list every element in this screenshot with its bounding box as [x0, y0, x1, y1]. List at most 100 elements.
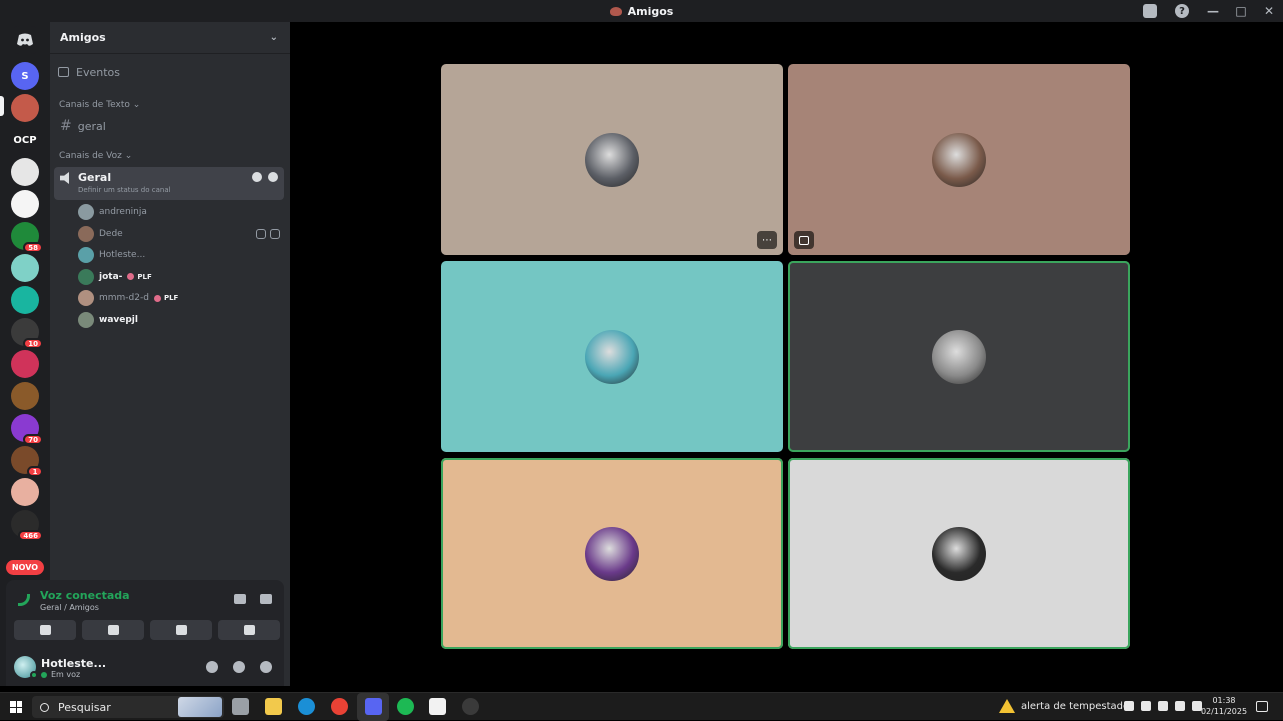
minimize-button[interactable]: —	[1199, 0, 1227, 22]
participant-tile[interactable]	[788, 64, 1130, 255]
avatar	[78, 268, 94, 285]
inbox-icon[interactable]	[1143, 4, 1157, 18]
voice-user-row[interactable]: andreninja	[78, 203, 284, 221]
microphone-icon[interactable]	[206, 661, 218, 673]
user-name[interactable]: Hotleste...	[41, 657, 106, 670]
volume-icon[interactable]	[1175, 701, 1185, 711]
server-icon-10[interactable]	[11, 382, 39, 410]
maximize-button[interactable]: □	[1227, 0, 1255, 22]
server-icon-1[interactable]	[11, 94, 39, 122]
gear-icon[interactable]	[260, 661, 272, 673]
participant-tile[interactable]	[441, 458, 783, 649]
server-header[interactable]: Amigos ⌄	[50, 22, 290, 54]
notepad-icon[interactable]	[429, 698, 446, 715]
server-icon-14[interactable]: 466	[11, 510, 43, 541]
server-icon-8[interactable]: 10	[11, 318, 43, 349]
stream-icon[interactable]	[794, 231, 814, 249]
discord-home-icon[interactable]	[11, 26, 39, 54]
search-icon	[40, 702, 49, 712]
soundboard-button[interactable]	[218, 620, 280, 640]
windows-start-icon[interactable]	[10, 701, 22, 713]
screen-share-icon	[107, 625, 119, 635]
warning-icon	[999, 699, 1015, 713]
events-item[interactable]: Eventos	[58, 60, 290, 84]
weather-text: alerta de tempestade	[1021, 700, 1130, 712]
mention-badge: 10	[23, 338, 43, 349]
voice-connected-location[interactable]: Geral / Amigos	[40, 603, 99, 612]
microphone-tray-icon[interactable]	[1141, 701, 1151, 711]
server-icon-5[interactable]: 58	[11, 222, 43, 253]
clock[interactable]: 01:38 02/11/2025	[1200, 695, 1248, 717]
edge-icon[interactable]	[298, 698, 315, 715]
voice-user-row[interactable]: wavepjl	[78, 311, 284, 329]
close-button[interactable]: ✕	[1255, 0, 1283, 22]
voice-channel-geral[interactable]: Geral Definir um status do canal	[54, 167, 284, 200]
taskbar-search[interactable]: Pesquisar	[32, 696, 224, 718]
server-icon-13[interactable]	[11, 478, 39, 506]
screen-share-button[interactable]	[82, 620, 144, 640]
voice-channel-name: Geral	[78, 171, 112, 184]
server-icon-0[interactable]: S	[11, 62, 39, 90]
voice-user-row[interactable]: Dede	[78, 225, 284, 243]
server-icon-7[interactable]	[11, 286, 39, 314]
signal-icon[interactable]	[18, 594, 30, 606]
help-icon[interactable]: ?	[1175, 4, 1189, 18]
voice-category-label: Canais de Voz	[59, 151, 122, 161]
chat-icon[interactable]	[252, 172, 262, 182]
voice-connected-title: Voz conectada	[40, 589, 130, 602]
server-icon-4[interactable]	[11, 190, 39, 218]
clan-tag-label: PLF	[163, 294, 179, 302]
text-category-label: Canais de Texto	[59, 100, 130, 110]
text-category[interactable]: Canais de Texto ⌄	[59, 100, 290, 112]
task-view-icon[interactable]	[232, 698, 249, 715]
system-tray[interactable]	[1124, 701, 1202, 711]
avatar	[78, 247, 94, 263]
activities-button[interactable]	[150, 620, 212, 640]
voice-user-name: Dede	[99, 228, 123, 239]
active-server-indicator	[0, 96, 4, 116]
participant-tile[interactable]	[788, 458, 1130, 649]
chevron-up-icon[interactable]	[1124, 701, 1134, 711]
server-icon-2[interactable]: OCP	[11, 126, 39, 154]
noise-suppression-icon[interactable]	[234, 594, 246, 604]
participant-tile[interactable]: ⋯	[441, 64, 783, 255]
weather-widget[interactable]: alerta de tempestade	[999, 699, 1129, 713]
flower-icon	[153, 294, 161, 302]
events-label: Eventos	[76, 65, 120, 79]
participant-tile[interactable]	[441, 261, 783, 452]
channel-item-geral[interactable]: # geral	[58, 115, 282, 137]
file-explorer-icon[interactable]	[265, 698, 282, 715]
server-icon-3[interactable]	[11, 158, 39, 186]
disconnect-icon[interactable]	[260, 594, 272, 604]
new-badge[interactable]: NOVO	[6, 560, 44, 575]
voice-user-row[interactable]: Hotleste...	[78, 246, 284, 264]
voice-user-row[interactable]: jota- PLF	[78, 268, 284, 286]
obs-icon[interactable]	[462, 698, 479, 715]
participant-tile[interactable]	[788, 261, 1130, 452]
voice-category[interactable]: Canais de Voz ⌄	[59, 151, 290, 163]
spotify-icon[interactable]	[397, 698, 414, 715]
avatar	[78, 311, 94, 328]
screen-icon	[799, 235, 809, 245]
headphones-icon[interactable]	[233, 661, 245, 673]
soundboard-icon	[243, 625, 255, 635]
speaker-icon	[60, 172, 69, 184]
discord-icon[interactable]	[365, 698, 382, 715]
invite-icon[interactable]	[268, 172, 278, 182]
channel-status-placeholder[interactable]: Definir um status do canal	[78, 186, 171, 194]
notification-icon[interactable]	[1256, 701, 1268, 712]
server-icon-11[interactable]: 70	[11, 414, 43, 445]
chrome-icon[interactable]	[331, 698, 348, 715]
voice-user-row[interactable]: mmm-d2-d PLF	[78, 289, 284, 307]
server-icon-12[interactable]: 1	[11, 446, 43, 477]
voice-user-name: wavepjl	[99, 314, 138, 325]
avatar	[932, 526, 986, 581]
user-status: Em voz	[41, 670, 80, 679]
server-icon-6[interactable]	[11, 254, 39, 282]
more-options-button[interactable]: ⋯	[757, 231, 777, 249]
avatar	[932, 132, 986, 187]
server-icon-9[interactable]	[11, 350, 39, 378]
mention-badge: 58	[23, 242, 43, 253]
network-icon[interactable]	[1158, 701, 1168, 711]
camera-button[interactable]	[14, 620, 76, 640]
